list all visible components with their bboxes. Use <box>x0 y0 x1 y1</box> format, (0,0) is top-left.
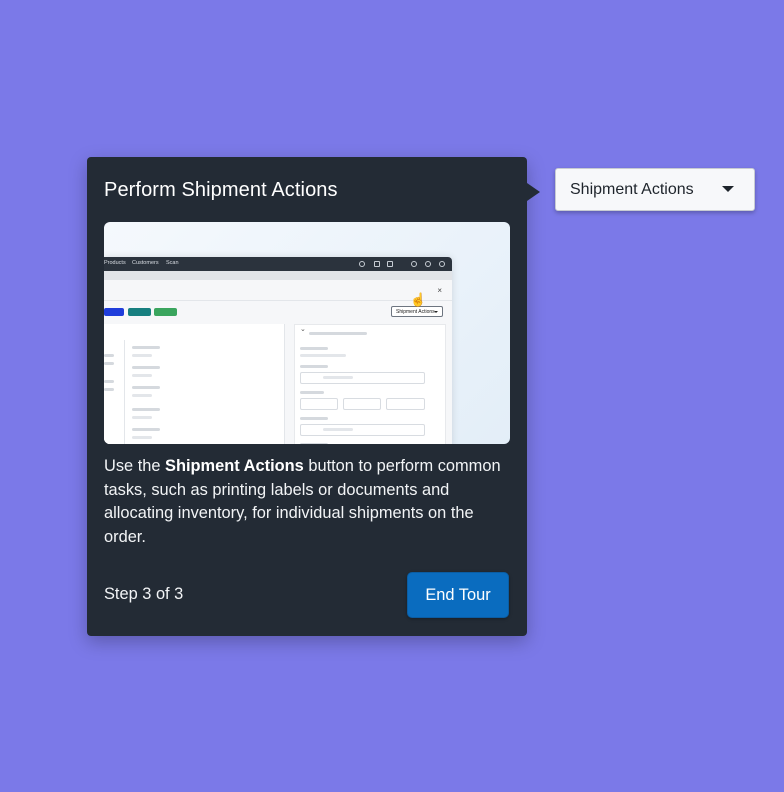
tour-step-indicator: Step 3 of 3 <box>104 585 184 603</box>
preview-nav-customers: Customers <box>132 260 159 266</box>
preview-chevron-icon: ⌄ <box>300 326 306 333</box>
preview-user-icon <box>439 260 445 267</box>
preview-pill-teal <box>128 308 151 316</box>
caret-down-icon <box>722 186 734 192</box>
preview-pill-green <box>154 308 177 316</box>
preview-print-icon <box>387 260 393 267</box>
preview-help-icon <box>425 260 431 267</box>
preview-close-icon: × <box>437 286 442 295</box>
preview-refresh-icon <box>359 260 365 267</box>
end-tour-button[interactable]: End Tour <box>407 572 509 618</box>
tour-description: Use the Shipment Actions button to perfo… <box>104 455 504 549</box>
preview-nav-scan: Scan <box>166 260 179 266</box>
preview-gear-icon <box>411 260 417 267</box>
preview-app-window: Products Customers Scan × Shipment Actio… <box>104 257 452 444</box>
preview-pill-blue <box>104 308 124 316</box>
tour-description-prefix: Use the <box>104 457 166 475</box>
preview-right-panel: ⌄ <box>294 324 446 444</box>
preview-nav-products: Products <box>104 260 126 266</box>
preview-divider <box>104 300 452 301</box>
tour-title: Perform Shipment Actions <box>104 179 338 201</box>
preview-left-panel <box>104 324 285 444</box>
shipment-actions-label: Shipment Actions <box>570 180 694 198</box>
popover-pointer <box>527 183 540 201</box>
preview-hand-cursor-icon: ☝ <box>410 292 427 307</box>
preview-topbar: Products Customers Scan <box>104 257 452 271</box>
preview-calculator-icon <box>374 260 380 267</box>
preview-subbar <box>104 271 452 280</box>
shipment-actions-button[interactable]: Shipment Actions <box>555 168 755 211</box>
preview-shipment-actions-label: Shipment Actions <box>396 309 435 315</box>
preview-modal: × Shipment Actions ⌄ <box>104 280 452 444</box>
tour-description-highlight: Shipment Actions <box>165 457 304 475</box>
preview-caret-icon <box>434 311 438 313</box>
tour-preview-image: Products Customers Scan × Shipment Actio… <box>104 222 510 444</box>
tour-popover: Perform Shipment Actions Products Custom… <box>87 157 540 636</box>
